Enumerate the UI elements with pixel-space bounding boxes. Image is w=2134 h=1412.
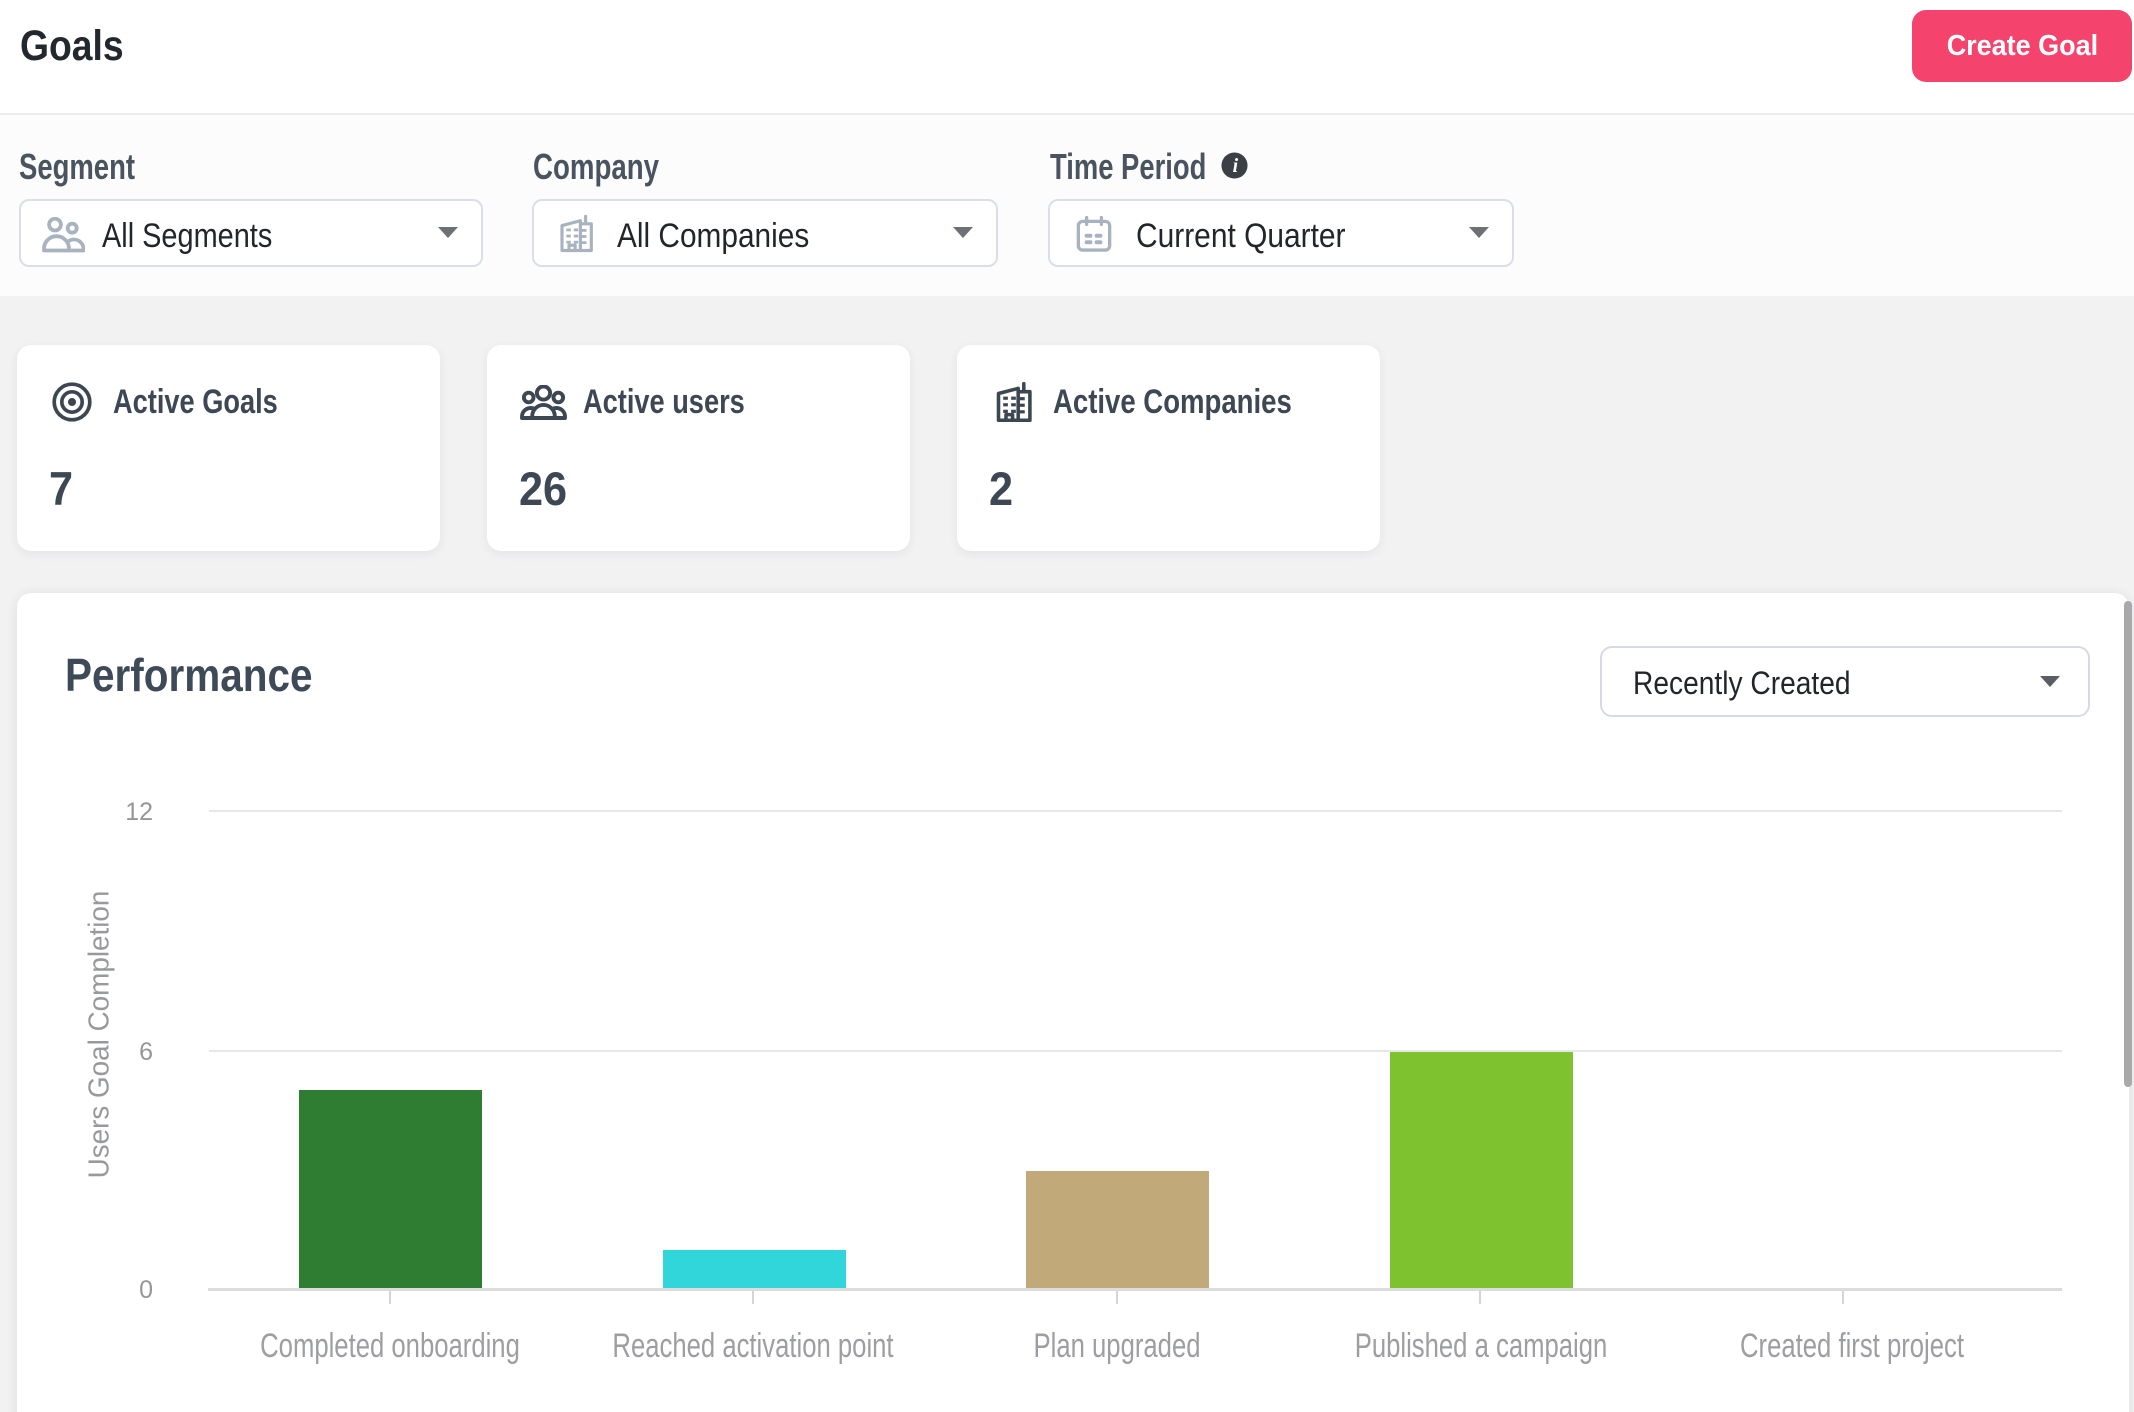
svg-text:i: i <box>1233 155 1239 177</box>
